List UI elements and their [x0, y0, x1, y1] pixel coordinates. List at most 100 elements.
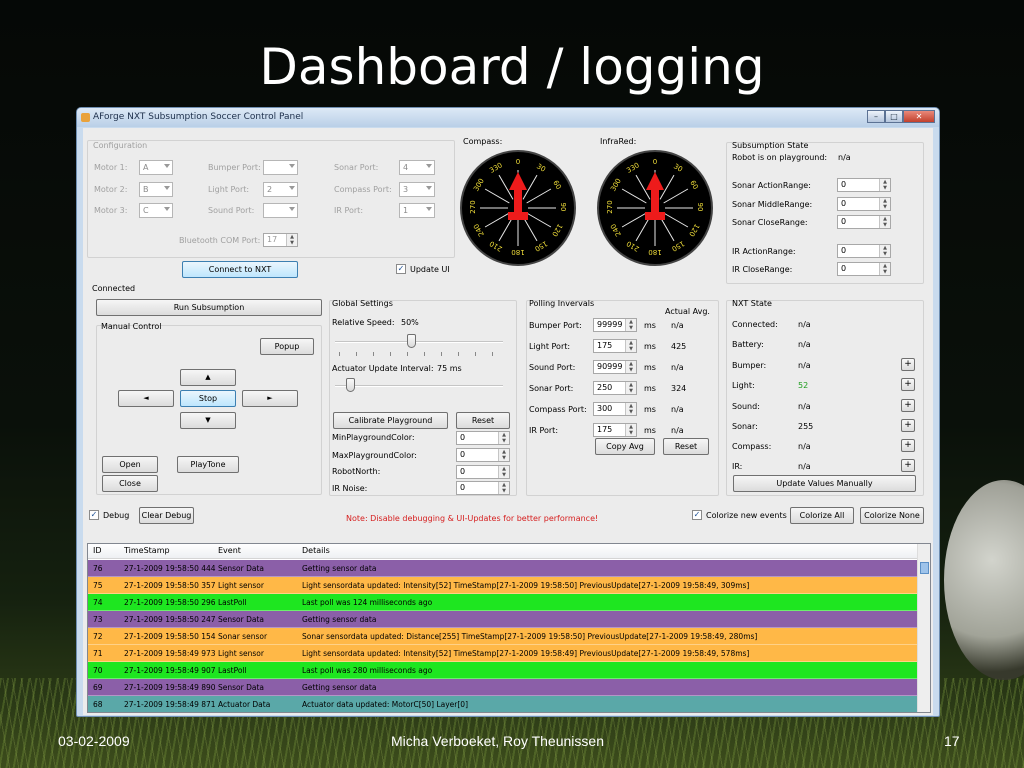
spinner-icon[interactable]: ▲ ▼	[498, 482, 509, 494]
polling-interval-value: 90999	[597, 362, 623, 371]
polling-interval-field[interactable]: 175 ▲ ▼	[593, 423, 637, 437]
compass-port-select[interactable]: 3	[399, 182, 435, 197]
copy-avg-button[interactable]: Copy Avg	[595, 438, 655, 455]
close-button[interactable]: Close	[102, 475, 158, 492]
spinner-icon[interactable]: ▲ ▼	[625, 382, 636, 394]
table-row[interactable]: 72 27-1-2009 19:58:50 154 Sonar sensor Sona…	[88, 628, 918, 645]
actuator-interval-track[interactable]	[335, 385, 503, 387]
spinner-icon[interactable]: ▲ ▼	[879, 198, 890, 210]
table-row[interactable]: 76 27-1-2009 19:58:50 444 Sensor Data Getti…	[88, 560, 918, 577]
minimize-icon[interactable]: –	[867, 110, 885, 123]
table-row[interactable]: 71 27-1-2009 19:58:49 973 Light sensor Ligh…	[88, 645, 918, 662]
stop-button[interactable]: Stop	[180, 390, 236, 407]
bt-com-field[interactable]: 17 ▲ ▼	[263, 233, 298, 247]
robot-north-field[interactable]: 0 ▲ ▼	[456, 465, 510, 479]
popup-button[interactable]: Popup	[260, 338, 314, 355]
max-color-field[interactable]: 0 ▲ ▼	[456, 448, 510, 462]
dial-tick	[621, 188, 647, 204]
compass-label: Compass:	[463, 137, 503, 146]
spinner-icon[interactable]: ▲ ▼	[498, 432, 509, 444]
reset-polling-button[interactable]: Reset	[663, 438, 709, 455]
table-row[interactable]: 73 27-1-2009 19:58:50 247 Sensor Data Getti…	[88, 611, 918, 628]
event-log-table[interactable]: ID TimeStamp Event Details 76 27-1-2009 1…	[87, 543, 931, 713]
connect-button[interactable]: Connect to NXT	[182, 261, 298, 278]
column-header-id[interactable]: ID	[93, 546, 123, 555]
sound-port-select[interactable]	[263, 203, 298, 218]
sonar-port-select[interactable]: 4	[399, 160, 435, 175]
dial-tick	[621, 212, 647, 228]
plus-button[interactable]: +	[901, 358, 915, 371]
sonar-close-field[interactable]: 0 ▲ ▼	[837, 215, 891, 229]
bumper-port-select[interactable]	[263, 160, 298, 175]
table-row[interactable]: 74 27-1-2009 19:58:50 296 LastPoll Last pol…	[88, 594, 918, 611]
polling-interval-field[interactable]: 300 ▲ ▼	[593, 402, 637, 416]
left-button[interactable]: ◄	[118, 390, 174, 407]
spinner-icon[interactable]: ▲ ▼	[286, 234, 297, 246]
ir-noise-field[interactable]: 0 ▲ ▼	[456, 481, 510, 495]
scrollbar-thumb[interactable]	[920, 562, 929, 574]
plus-button[interactable]: +	[901, 399, 915, 412]
table-row[interactable]: 69 27-1-2009 19:58:49 890 Sensor Data Getti…	[88, 679, 918, 696]
motor1-select[interactable]: A	[139, 160, 173, 175]
playtone-button[interactable]: PlayTone	[177, 456, 239, 473]
colorize-none-button[interactable]: Colorize None	[860, 507, 924, 524]
debug-checkbox[interactable]: ✓	[89, 510, 99, 520]
open-button[interactable]: Open	[102, 456, 158, 473]
spinner-icon[interactable]: ▲ ▼	[498, 466, 509, 478]
dial-label: 0	[652, 158, 658, 166]
table-row[interactable]: 75 27-1-2009 19:58:50 357 Light sensor Ligh…	[88, 577, 918, 594]
down-button[interactable]: ▼	[180, 412, 236, 429]
motor3-select[interactable]: C	[139, 203, 173, 218]
maximize-icon[interactable]: □	[885, 110, 903, 123]
spinner-icon[interactable]: ▲ ▼	[879, 216, 890, 228]
column-header-event[interactable]: Event	[218, 546, 300, 555]
colorize-checkbox[interactable]: ✓	[692, 510, 702, 520]
spinner-icon[interactable]: ▲ ▼	[625, 361, 636, 373]
motor1-label: Motor 1:	[94, 163, 128, 172]
table-row[interactable]: 70 27-1-2009 19:58:49 907 LastPoll Last pol…	[88, 662, 918, 679]
polling-interval-field[interactable]: 90999 ▲ ▼	[593, 360, 637, 374]
spinner-icon[interactable]: ▲ ▼	[879, 263, 890, 275]
polling-actual-avg: 425	[671, 342, 687, 351]
log-scrollbar[interactable]	[917, 544, 930, 712]
actuator-interval-slider[interactable]	[346, 378, 356, 392]
plus-button[interactable]: +	[901, 378, 915, 391]
spinner-icon[interactable]: ▲ ▼	[625, 424, 636, 436]
spinner-icon[interactable]: ▲ ▼	[625, 403, 636, 415]
sonar-middle-field[interactable]: 0 ▲ ▼	[837, 197, 891, 211]
reset-global-button[interactable]: Reset	[456, 412, 510, 429]
update-values-button[interactable]: Update Values Manually	[733, 475, 916, 492]
spinner-icon[interactable]: ▲ ▼	[879, 179, 890, 191]
ir-action-field[interactable]: 0 ▲ ▼	[837, 244, 891, 258]
ir-port-select[interactable]: 1	[399, 203, 435, 218]
relative-speed-track[interactable]	[335, 341, 503, 343]
ir-close-field[interactable]: 0 ▲ ▼	[837, 262, 891, 276]
up-button[interactable]: ▲	[180, 369, 236, 386]
sonar-action-field[interactable]: 0 ▲ ▼	[837, 178, 891, 192]
colorize-all-button[interactable]: Colorize All	[790, 507, 854, 524]
spinner-icon[interactable]: ▲ ▼	[498, 449, 509, 461]
plus-button[interactable]: +	[901, 439, 915, 452]
polling-interval-field[interactable]: 175 ▲ ▼	[593, 339, 637, 353]
spinner-icon[interactable]: ▲ ▼	[625, 319, 636, 331]
title-bar[interactable]: AForge NXT Subsumption Soccer Control Pa…	[77, 108, 939, 127]
table-row[interactable]: 68 27-1-2009 19:58:49 871 Actuator Data Act…	[88, 696, 918, 712]
clear-debug-button[interactable]: Clear Debug	[139, 507, 194, 524]
column-header-details[interactable]: Details	[302, 546, 912, 555]
run-subsumption-button[interactable]: Run Subsumption	[96, 299, 322, 316]
motor2-select[interactable]: B	[139, 182, 173, 197]
spinner-icon[interactable]: ▲ ▼	[879, 245, 890, 257]
polling-interval-field[interactable]: 250 ▲ ▼	[593, 381, 637, 395]
close-icon[interactable]: ✕	[903, 110, 935, 123]
plus-button[interactable]: +	[901, 459, 915, 472]
spinner-icon[interactable]: ▲ ▼	[625, 340, 636, 352]
plus-button[interactable]: +	[901, 419, 915, 432]
min-color-field[interactable]: 0 ▲ ▼	[456, 431, 510, 445]
polling-interval-field[interactable]: 99999 ▲ ▼	[593, 318, 637, 332]
update-ui-checkbox[interactable]: ✓	[396, 264, 406, 274]
calibrate-playground-button[interactable]: Calibrate Playground	[333, 412, 448, 429]
column-header-timestamp[interactable]: TimeStamp	[124, 546, 216, 555]
right-button[interactable]: ►	[242, 390, 298, 407]
light-port-select[interactable]: 2	[263, 182, 298, 197]
relative-speed-slider[interactable]	[407, 334, 416, 348]
